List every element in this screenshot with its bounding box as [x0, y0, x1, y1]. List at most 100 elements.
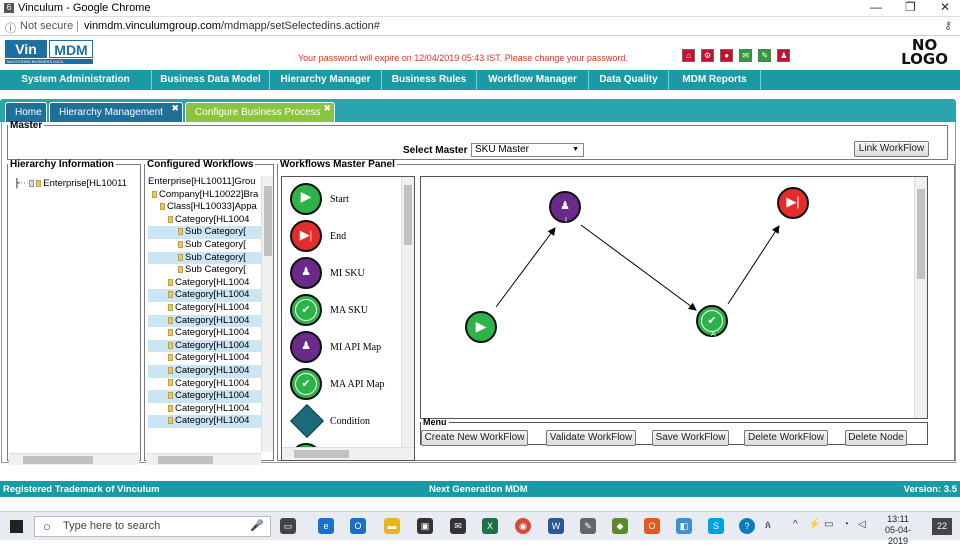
tree-item[interactable]: Category[HL1004 [148, 415, 261, 428]
user-icon[interactable]: ♟ [777, 49, 791, 62]
profile-icon[interactable]: ● [720, 49, 734, 62]
menu-system-administration[interactable]: System Administration [0, 70, 152, 90]
delete-node-button[interactable]: Delete Node [845, 430, 907, 446]
save-workflow-button[interactable]: Save WorkFlow [652, 430, 729, 446]
tab-configure-business-process[interactable]: Configure Business Process ✖ [185, 102, 335, 122]
vertical-scrollbar[interactable] [401, 177, 414, 447]
vertical-scrollbar[interactable] [914, 177, 927, 418]
tree-item[interactable]: Category[HL1004 [148, 352, 261, 365]
tab-hierarchy-management[interactable]: Hierarchy Management ✖ [49, 102, 183, 122]
menu-data-quality[interactable]: Data Quality [589, 70, 669, 90]
notes-icon[interactable]: ◧ [676, 518, 692, 534]
tree-item[interactable]: Category[HL1004 [148, 403, 261, 416]
canvas-node-end[interactable]: ▶| [777, 187, 809, 219]
settings-icon[interactable]: ⚙ [701, 49, 715, 62]
hierarchy-information-section: Hierarchy Information ┣⋯ Enterprise[HL100… [7, 159, 141, 465]
tree-item[interactable]: Sub Category[ [148, 251, 261, 265]
link-workflow-button[interactable]: Link WorkFlow [854, 141, 929, 157]
tree-item[interactable]: Category[HL1004 [148, 289, 261, 302]
tree-item[interactable]: Category[HL1004 [148, 302, 261, 315]
horizontal-scrollbar[interactable] [9, 453, 139, 465]
network-icon[interactable]: ⚡ [808, 519, 820, 530]
people-icon[interactable]: ጰ [765, 520, 771, 531]
edge-icon[interactable]: e [318, 518, 334, 534]
url-text[interactable]: vinmdm.vinculumgroup.com/mdmapp/setSelec… [84, 20, 380, 32]
tree-item[interactable]: Category[HL1004 [148, 214, 261, 227]
home-icon[interactable]: ⌂ [682, 49, 695, 62]
paint-icon[interactable]: ✎ [580, 518, 596, 534]
main-menu: System Administration Business Data Mode… [0, 70, 960, 90]
maximize-icon[interactable]: ❐ [905, 0, 916, 14]
workflow-canvas[interactable]: ▶ ♟ I ✔ A ▶| [420, 176, 928, 419]
close-tab-icon[interactable]: ✖ [323, 98, 331, 118]
user-i-icon: ♟ [301, 340, 311, 352]
tree-item[interactable]: Category[HL1004 [148, 378, 261, 391]
tree-root-item[interactable]: ┣⋯ Enterprise[HL10011 [14, 178, 138, 191]
browser-titlebar: 6 Vinculum - Google Chrome — ❐ ✕ [0, 0, 960, 17]
menu-mdm-reports[interactable]: MDM Reports [669, 70, 761, 90]
app-icon[interactable]: ◆ [612, 518, 628, 534]
windows-start-icon[interactable] [10, 520, 23, 533]
tree-item[interactable]: Sub Category[ [148, 264, 261, 277]
address-bar[interactable]: ⓘ Not secure | vinmdm.vinculumgroup.com/… [0, 17, 960, 36]
tree-item[interactable]: Enterprise[HL10011]Grou [148, 176, 261, 189]
horizontal-scrollbar[interactable] [282, 447, 414, 460]
volume-icon[interactable]: ◁ [858, 519, 866, 530]
canvas-node-start[interactable]: ▶ [465, 311, 497, 343]
tree-item[interactable]: Class[HL10033]Appa [148, 201, 261, 214]
opera-icon[interactable]: O [644, 518, 660, 534]
tree-item[interactable]: Company[HL10022]Bra [148, 189, 261, 202]
taskbar-clock[interactable]: 13:11 05-04-2019 [875, 514, 921, 547]
connector-line [495, 227, 556, 308]
tree-item[interactable]: Category[HL1004 [148, 314, 261, 328]
master-select[interactable]: SKU Master ▼ [471, 143, 584, 157]
help-icon[interactable]: ? [739, 518, 755, 534]
delete-workflow-button[interactable]: Delete WorkFlow [744, 430, 828, 446]
wifi-icon[interactable]: ◔ [843, 519, 849, 530]
tree-item[interactable]: Category[HL1004 [148, 390, 261, 403]
menu-workflow-manager[interactable]: Workflow Manager [477, 70, 589, 90]
word-icon[interactable]: W [548, 518, 564, 534]
tree-item[interactable]: Category[HL1004 [148, 277, 261, 290]
outlook-icon[interactable]: O [350, 518, 366, 534]
notifications-icon[interactable]: 22 [932, 518, 952, 535]
excel-icon[interactable]: X [482, 518, 498, 534]
store-icon[interactable]: ▣ [417, 518, 433, 534]
canvas-node-ma[interactable]: ✔ A [696, 305, 728, 338]
window-title: Vinculum - Google Chrome [18, 2, 151, 14]
horizontal-scrollbar[interactable] [146, 453, 261, 465]
message-icon[interactable]: ✉ [739, 49, 753, 62]
microphone-icon[interactable]: 🎤 [250, 517, 264, 536]
dropdown-arrow-icon: ▼ [572, 146, 579, 153]
chrome-icon[interactable]: ◉ [515, 518, 531, 534]
battery-icon[interactable]: ▭ [824, 519, 833, 530]
folder-icon [178, 228, 183, 236]
vertical-scrollbar[interactable] [261, 176, 273, 452]
close-icon[interactable]: ✕ [940, 0, 950, 14]
menu-hierarchy-manager[interactable]: Hierarchy Manager [270, 70, 382, 90]
footer-tagline: Next Generation MDM [429, 484, 528, 495]
tray-chevron-icon[interactable]: ^ [793, 519, 798, 530]
workflow-palette: ▶ Start ▶| End ♟ MI SKU ✔ MA SKU ♟ MI API Map… [281, 176, 415, 461]
key-icon[interactable]: ⚷ [944, 19, 952, 32]
tree-item[interactable]: Category[HL1004 [148, 339, 261, 353]
tree-item[interactable]: Category[HL1004 [148, 327, 261, 340]
canvas-node-mi[interactable]: ♟ I [549, 191, 581, 224]
mail-icon[interactable]: ✉ [450, 518, 466, 534]
minimize-icon[interactable]: — [870, 0, 882, 14]
menu-business-rules[interactable]: Business Rules [382, 70, 477, 90]
tree-item[interactable]: Sub Category[ [148, 226, 261, 239]
tab-home[interactable]: Home [5, 102, 47, 122]
tools-icon[interactable]: ✎ [758, 49, 772, 62]
tree-item[interactable]: Sub Category[ [148, 239, 261, 252]
skype-icon[interactable]: S [708, 518, 724, 534]
task-view-icon[interactable]: ▭ [280, 518, 296, 534]
file-explorer-icon[interactable]: ▬ [384, 518, 400, 534]
menu-business-data-model[interactable]: Business Data Model [152, 70, 270, 90]
info-icon[interactable]: ⓘ [5, 20, 16, 36]
tree-item[interactable]: Category[HL1004 [148, 364, 261, 378]
close-tab-icon[interactable]: ✖ [171, 98, 179, 118]
validate-workflow-button[interactable]: Validate WorkFlow [546, 430, 636, 446]
create-new-workflow-button[interactable]: Create New WorkFlow [421, 430, 528, 446]
taskbar-search-input[interactable]: ○ Type here to search 🎤 [34, 516, 271, 537]
